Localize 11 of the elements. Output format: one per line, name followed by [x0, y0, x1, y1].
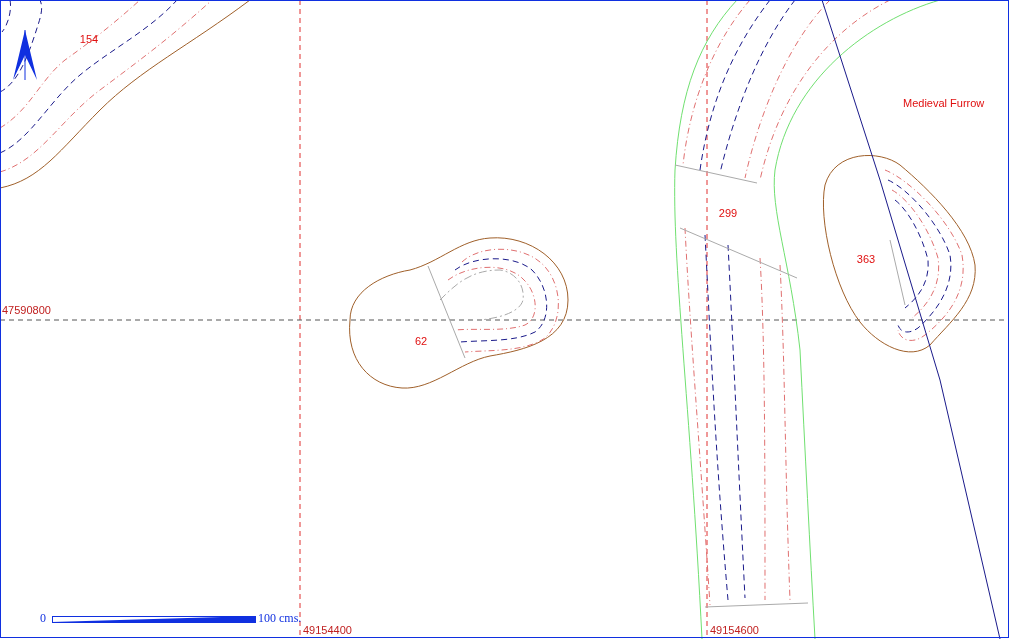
scale-label: 100 cms.: [258, 611, 302, 625]
grid-coordinate: 49154600: [710, 624, 759, 636]
feature-label: 363: [856, 253, 876, 265]
north-arrow-icon: [13, 29, 37, 81]
grid-coordinate: 47590800: [2, 304, 51, 316]
annotation-label: Medieval Furrow: [903, 97, 985, 109]
grid-coordinate: 49154400: [303, 624, 352, 636]
feature-label: 62: [414, 335, 428, 347]
feature-label: 299: [718, 207, 738, 219]
feature-label: 154: [79, 33, 99, 45]
scale-label: 0: [40, 611, 46, 625]
